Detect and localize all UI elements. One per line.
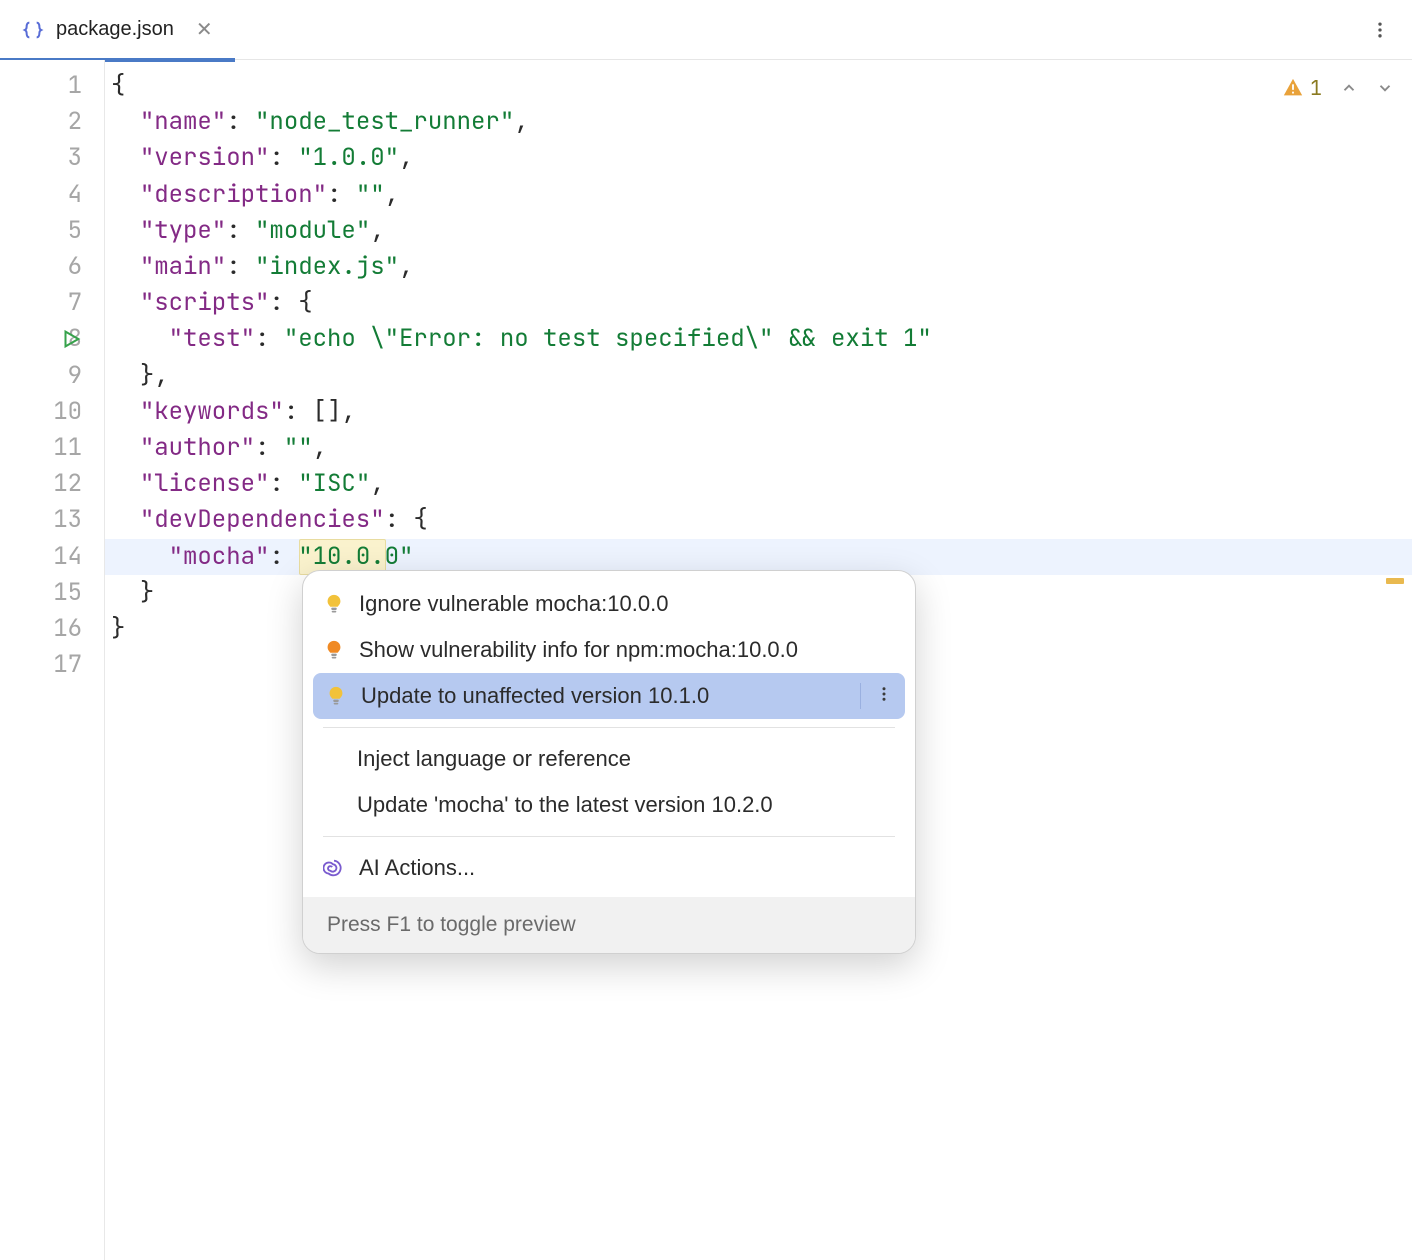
code-line: } [111,575,154,611]
line-number: 16 [0,611,82,647]
line-number: 7 [0,285,82,321]
code-line: "test": "echo \"Error: no test specified… [111,321,932,357]
code-line: } [111,611,125,647]
popup-action-item[interactable]: Update to unaffected version 10.1.0 [313,673,905,719]
popup-action-item[interactable]: Show vulnerability info for npm:mocha:10… [303,627,915,673]
chevron-down-icon[interactable] [1376,79,1394,97]
popup-footer-hint: Press F1 to toggle preview [303,897,915,953]
line-number: 4 [0,177,82,213]
tab-bar: package.json ✕ [0,0,1412,60]
popup-action-label: Update 'mocha' to the latest version 10.… [357,792,773,818]
line-number: 17 [0,647,82,683]
code-line: "main": "index.js", [111,249,413,285]
popup-action-label: Update to unaffected version 10.1.0 [361,683,709,709]
tab-title: package.json [56,18,174,41]
lightbulb-icon [323,593,345,615]
warning-count-text: 1 [1310,70,1322,106]
code-line: "type": "module", [111,213,385,249]
popup-divider [323,836,895,837]
line-number: 3 [0,140,82,176]
popup-action-label: Show vulnerability info for npm:mocha:10… [359,637,798,663]
popup-action-item[interactable]: AI Actions... [303,845,915,891]
popup-divider [323,727,895,728]
code-line: "description": "", [111,177,399,213]
ai-spiral-icon [323,857,345,879]
code-line: "keywords": [], [111,394,356,430]
popup-action-label: Ignore vulnerable mocha:10.0.0 [359,591,668,617]
tab-package-json[interactable]: package.json ✕ [10,0,231,60]
popup-action-item[interactable]: Ignore vulnerable mocha:10.0.0 [303,581,915,627]
json-file-icon [22,19,44,41]
code-line: "version": "1.0.0", [111,140,413,176]
code-line: "license": "ISC", [111,466,385,502]
code-line: }, [111,358,169,394]
dots-vertical-icon [875,685,893,703]
line-number: 2 [0,104,82,140]
lightbulb-icon [323,639,345,661]
close-tab-icon[interactable]: ✕ [196,17,213,42]
line-number: 5 [0,213,82,249]
line-number: 13 [0,502,82,538]
warning-count-badge[interactable]: 1 [1282,70,1322,106]
code-line: "author": "", [111,430,327,466]
line-number: 10 [0,394,82,430]
code-line: { [111,68,125,104]
line-number: 9 [0,358,82,394]
line-number: 14 [0,539,82,575]
line-number: 1 [0,68,82,104]
dots-vertical-icon [1370,20,1390,40]
chevron-up-icon[interactable] [1340,79,1358,97]
popup-action-label: AI Actions... [359,855,475,881]
tab-overflow-button[interactable] [1364,14,1396,46]
line-number: 15 [0,575,82,611]
run-gutter-icon[interactable] [60,328,82,350]
line-number: 6 [0,249,82,285]
code-line: "name": "node_test_runner", [111,104,529,140]
intention-actions-popup: Ignore vulnerable mocha:10.0.0 Show vulne… [302,570,916,954]
code-line: "devDependencies": { [111,502,428,538]
popup-action-item[interactable]: Inject language or reference [303,736,915,782]
scrollbar-warning-marker[interactable] [1386,578,1404,584]
line-number: 12 [0,466,82,502]
lightbulb-icon [325,685,347,707]
line-number: 11 [0,430,82,466]
line-gutter: 1234567891011121314151617 [0,60,105,1260]
editor-status-top: 1 [1282,70,1394,106]
popup-item-more-button[interactable] [860,683,893,709]
warning-icon [1282,77,1304,99]
popup-action-item[interactable]: Update 'mocha' to the latest version 10.… [303,782,915,828]
popup-action-label: Inject language or reference [357,746,631,772]
code-line: "scripts": { [111,285,313,321]
